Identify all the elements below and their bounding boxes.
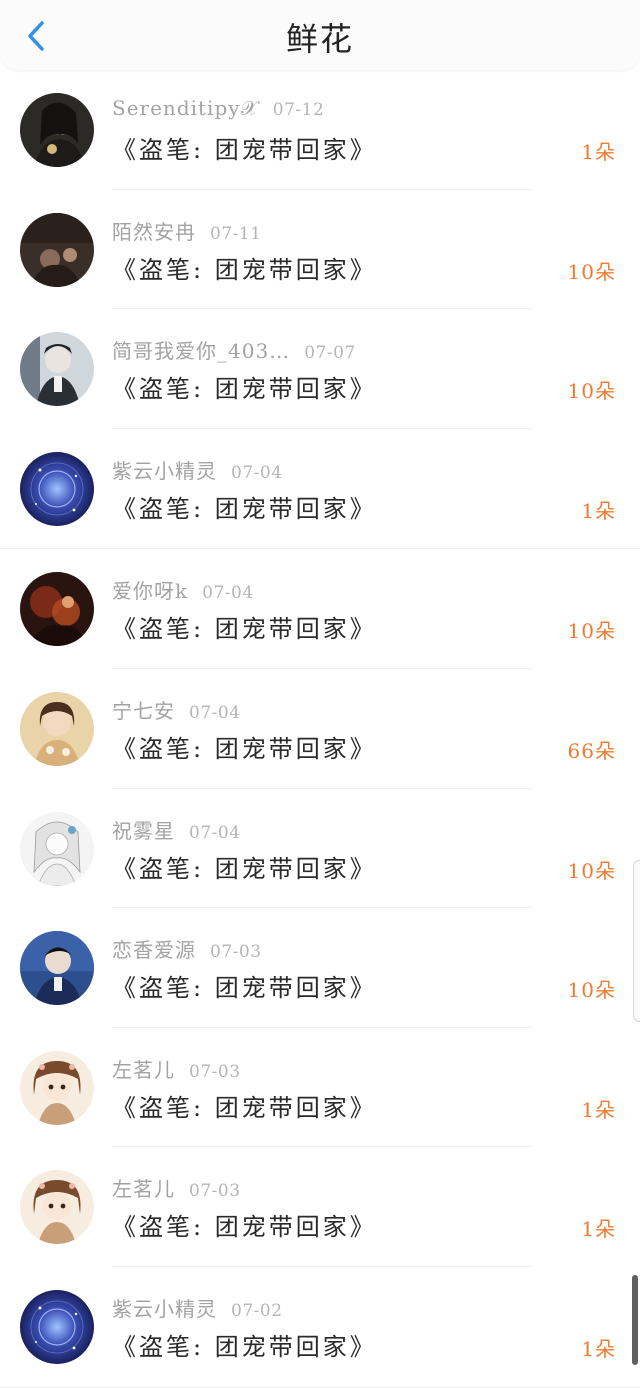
user-meta: 简哥我爱你_403… 07-07 [112,335,356,363]
book-title[interactable]: 《盗笔: 团宠带回家》 [112,729,377,764]
scrollbar[interactable] [632,1275,638,1365]
book-title[interactable]: 《盗笔: 团宠带回家》 [112,1327,377,1362]
user-meta: Serenditipy𝒳 07-12 [112,96,324,124]
flower-record-row[interactable]: 宁七安 07-04 《盗笔: 团宠带回家》 66朵 [0,669,640,789]
flower-count: 10朵 [567,858,616,883]
user-avatar-image [20,811,94,886]
book-title[interactable]: 《盗笔: 团宠带回家》 [112,849,377,884]
gift-date: 07-07 [304,343,356,364]
user-avatar-image [20,572,94,647]
username[interactable]: 左茗儿 [112,1177,175,1201]
flower-record-row[interactable]: Serenditipy𝒳 07-12 《盗笔: 团宠带回家》 1朵 [0,70,640,190]
flower-record-row[interactable]: 恋香爱源 07-03 《盗笔: 团宠带回家》 10朵 [0,908,640,1028]
username[interactable]: 简哥我爱你_403… [112,339,290,363]
avatar[interactable] [20,332,94,407]
user-avatar-image [20,1289,94,1364]
avatar[interactable] [20,811,94,886]
gift-date: 07-02 [231,1300,283,1321]
gift-date: 07-04 [202,583,254,604]
user-avatar-image [20,451,94,526]
flower-record-row[interactable]: 简哥我爱你_403… 07-07 《盗笔: 团宠带回家》 10朵 [0,309,640,429]
flower-count: 1朵 [581,498,616,523]
gift-date: 07-03 [189,1061,241,1082]
user-meta: 恋香爱源 07-03 [112,934,262,962]
user-avatar-image [20,1050,94,1125]
gift-date: 07-04 [231,462,283,483]
avatar[interactable] [20,691,94,766]
book-title[interactable]: 《盗笔: 团宠带回家》 [112,250,377,285]
username[interactable]: 祝雾星 [112,819,175,843]
flower-count: 10朵 [567,619,616,644]
username[interactable]: 恋香爱源 [112,938,196,962]
book-title[interactable]: 《盗笔: 团宠带回家》 [112,369,377,404]
avatar[interactable] [20,931,94,1006]
user-avatar-image [20,93,94,167]
user-avatar-image [20,691,94,766]
book-title[interactable]: 《盗笔: 团宠带回家》 [112,489,377,524]
user-meta: 祝雾星 07-04 [112,815,241,843]
flower-count: 10朵 [567,259,616,284]
top-bar: 鲜花 [0,0,640,70]
user-meta: 左茗儿 07-03 [112,1054,241,1082]
flower-count: 1朵 [581,140,616,164]
username[interactable]: 左茗儿 [112,1058,175,1082]
username[interactable]: 爱你呀k [112,579,188,603]
user-meta: 爱你呀k 07-04 [112,575,254,603]
flower-count: 1朵 [581,1097,616,1122]
book-title[interactable]: 《盗笔: 团宠带回家》 [112,130,377,165]
book-title[interactable]: 《盗笔: 团宠带回家》 [112,968,377,1003]
user-avatar-image [20,1170,94,1245]
user-avatar-image [20,931,94,1006]
book-title[interactable]: 《盗笔: 团宠带回家》 [112,609,377,644]
user-meta: 陌然安冉 07-11 [112,216,262,244]
gift-date: 07-03 [189,1181,241,1202]
flower-record-row[interactable]: 爱你呀k 07-04 《盗笔: 团宠带回家》 10朵 [0,549,640,669]
user-avatar-image [20,332,94,407]
flower-record-row[interactable]: 祝雾星 07-04 《盗笔: 团宠带回家》 10朵 [0,789,640,909]
username[interactable]: 紫云小精灵 [112,459,217,483]
gift-date: 07-04 [189,702,241,723]
username[interactable]: 紫云小精灵 [112,1297,217,1321]
flower-record-row[interactable]: 紫云小精灵 07-04 《盗笔: 团宠带回家》 1朵 [0,429,640,550]
avatar[interactable] [20,1050,94,1125]
flower-record-row[interactable]: 紫云小精灵 07-02 《盗笔: 团宠带回家》 1朵 [0,1267,640,1388]
book-title[interactable]: 《盗笔: 团宠带回家》 [112,1207,377,1242]
flower-count: 1朵 [581,1336,616,1361]
avatar[interactable] [20,1289,94,1364]
flower-count: 66朵 [567,738,616,763]
user-meta: 紫云小精灵 07-02 [112,1293,283,1321]
avatar[interactable] [20,1170,94,1245]
flower-count: 1朵 [581,1217,616,1242]
flower-record-row[interactable]: 陌然安冉 07-11 《盗笔: 团宠带回家》 10朵 [0,190,640,310]
page-title: 鲜花 [285,20,354,58]
gift-date: 07-11 [210,223,262,244]
username[interactable]: 陌然安冉 [112,220,196,244]
user-meta: 紫云小精灵 07-04 [112,455,283,483]
gift-date: 07-04 [189,822,241,843]
user-meta: 宁七安 07-04 [112,695,241,723]
flower-count: 10朵 [567,379,616,404]
side-edge-handle[interactable] [633,860,640,1022]
flower-record-row[interactable]: 左茗儿 07-03 《盗笔: 团宠带回家》 1朵 [0,1147,640,1267]
flower-count: 10朵 [567,978,616,1003]
avatar[interactable] [20,212,94,287]
book-title[interactable]: 《盗笔: 团宠带回家》 [112,1088,377,1123]
gift-date: 07-12 [272,100,325,120]
avatar[interactable] [20,572,94,647]
gift-date: 07-03 [210,942,262,963]
user-meta: 左茗儿 07-03 [112,1173,241,1201]
username[interactable]: 宁七安 [112,699,175,723]
avatar[interactable] [20,451,94,526]
avatar[interactable] [20,93,94,167]
user-avatar-image [20,212,94,287]
flower-record-list: Serenditipy𝒳 07-12 《盗笔: 团宠带回家》 1朵 陌然安冉 07-11 《… [0,70,640,1388]
flower-record-row[interactable]: 左茗儿 07-03 《盗笔: 团宠带回家》 1朵 [0,1028,640,1148]
username[interactable]: Serenditipy𝒳 [112,96,259,120]
